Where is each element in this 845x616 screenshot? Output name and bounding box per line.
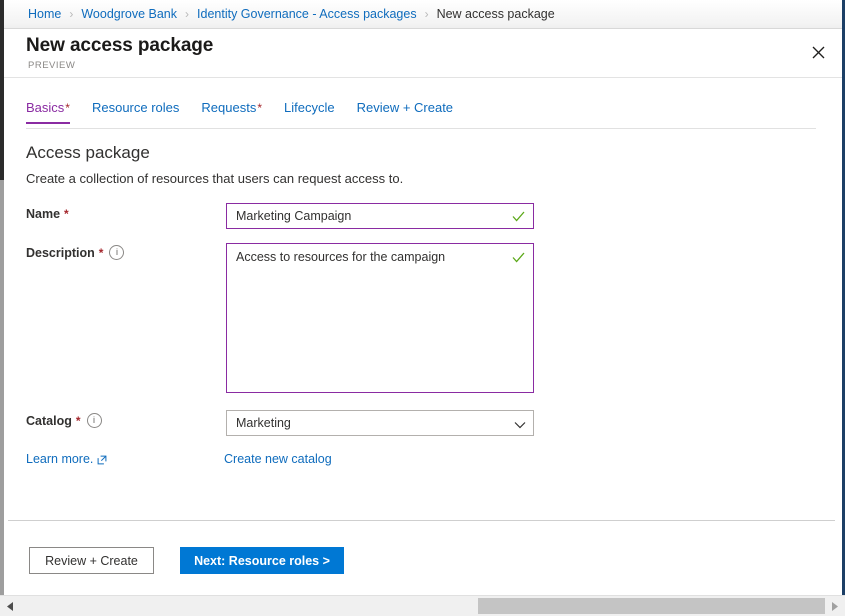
catalog-selected-value: Marketing: [236, 416, 291, 431]
catalog-field-label: Catalog * i: [26, 413, 102, 428]
breadcrumb-item-identity-governance[interactable]: Identity Governance - Access packages: [197, 8, 417, 21]
horizontal-scrollbar[interactable]: [0, 595, 845, 616]
catalog-label-text: Catalog: [26, 414, 72, 428]
name-label-text: Name: [26, 207, 60, 221]
tab-requests-required-marker: *: [257, 101, 262, 115]
breadcrumb-item-new-access-package: New access package: [437, 8, 555, 21]
breadcrumb-item-home[interactable]: Home: [28, 8, 61, 21]
chevron-down-icon[interactable]: [514, 418, 526, 430]
description-field-label: Description * i: [26, 245, 124, 260]
name-input[interactable]: Marketing Campaign: [226, 203, 534, 229]
info-icon[interactable]: i: [109, 245, 124, 260]
checkmark-icon: [512, 210, 525, 223]
tab-resource-roles[interactable]: Resource roles: [92, 100, 179, 122]
new-access-package-blade: Home › Woodgrove Bank › Identity Governa…: [0, 0, 845, 616]
wizard-tabs: Basics* Resource roles Requests* Lifecyc…: [26, 100, 816, 129]
info-icon[interactable]: i: [87, 413, 102, 428]
tab-lifecycle[interactable]: Lifecycle: [284, 100, 335, 122]
description-input-value: Access to resources for the campaign: [236, 250, 445, 265]
next-resource-roles-button[interactable]: Next: Resource roles >: [180, 547, 344, 574]
description-required-marker: *: [99, 246, 104, 260]
breadcrumb-separator: ›: [425, 8, 429, 20]
tab-basics-label: Basics: [26, 100, 64, 115]
catalog-select[interactable]: Marketing: [226, 410, 534, 436]
section-subtitle: Create a collection of resources that us…: [26, 171, 403, 186]
create-new-catalog-link[interactable]: Create new catalog: [224, 452, 332, 466]
tab-requests[interactable]: Requests*: [201, 100, 262, 123]
breadcrumb-item-woodgrove-bank[interactable]: Woodgrove Bank: [81, 8, 177, 21]
breadcrumb-separator: ›: [185, 8, 189, 20]
checkmark-icon: [512, 251, 525, 264]
name-field-label: Name *: [26, 207, 69, 221]
section-title: Access package: [26, 143, 150, 163]
tab-basics-required-marker: *: [65, 101, 70, 115]
learn-more-label: Learn more.: [26, 452, 93, 466]
tab-requests-label: Requests: [201, 100, 256, 115]
tab-resource-roles-label: Resource roles: [92, 100, 179, 115]
description-textarea[interactable]: Access to resources for the campaign: [226, 243, 534, 393]
page-title: New access package: [26, 35, 213, 57]
tab-basics[interactable]: Basics*: [26, 100, 70, 123]
scroll-right-arrow-icon[interactable]: [824, 596, 845, 616]
tab-review-create[interactable]: Review + Create: [357, 100, 453, 122]
learn-more-link[interactable]: Learn more.: [26, 452, 107, 466]
description-label-text: Description: [26, 246, 95, 260]
scrollbar-thumb[interactable]: [478, 598, 825, 614]
catalog-required-marker: *: [76, 414, 81, 428]
scroll-left-arrow-icon[interactable]: [0, 596, 21, 616]
review-create-button[interactable]: Review + Create: [29, 547, 154, 574]
preview-badge: PREVIEW: [28, 60, 75, 71]
name-input-value: Marketing Campaign: [236, 209, 351, 224]
breadcrumb: Home › Woodgrove Bank › Identity Governa…: [4, 0, 842, 29]
blade-header: New access package PREVIEW: [4, 29, 842, 78]
tab-review-create-label: Review + Create: [357, 100, 453, 115]
breadcrumb-separator: ›: [69, 8, 73, 20]
name-required-marker: *: [64, 207, 69, 221]
tab-lifecycle-label: Lifecycle: [284, 100, 335, 115]
close-icon[interactable]: [802, 36, 834, 68]
external-link-icon: [97, 454, 107, 464]
footer-divider: [8, 520, 835, 521]
create-new-catalog-label: Create new catalog: [224, 452, 332, 466]
